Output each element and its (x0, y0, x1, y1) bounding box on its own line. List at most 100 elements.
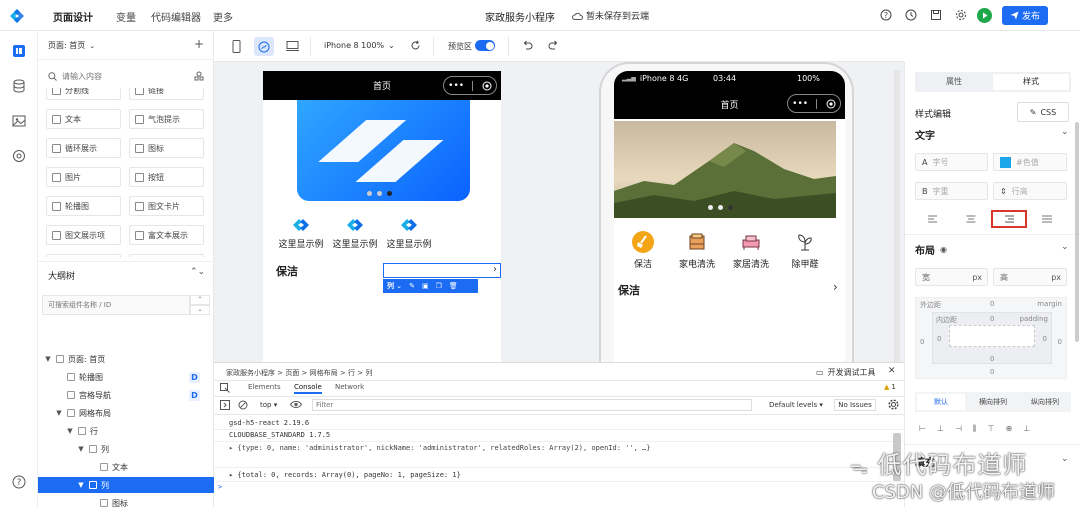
expand-arrow-icon[interactable]: ▼ (55, 409, 63, 417)
section-title[interactable]: 保洁 (618, 282, 640, 298)
height-input[interactable]: 高 px (993, 268, 1067, 286)
section-title[interactable]: 保洁 (276, 263, 298, 279)
undo-icon[interactable] (522, 40, 533, 50)
carousel-dot-active[interactable] (728, 205, 733, 210)
inspect-element-icon[interactable] (220, 383, 230, 393)
flow-default[interactable]: 默认 (917, 394, 965, 410)
carousel-dot[interactable] (367, 191, 372, 196)
padding-top-value[interactable]: 0 (990, 315, 994, 323)
preview-toggle[interactable] (475, 40, 495, 51)
carousel-dot[interactable] (718, 205, 723, 210)
component-item[interactable]: 图文展示项 (46, 225, 121, 245)
refresh-icon[interactable] (410, 40, 421, 51)
save-icon[interactable] (930, 9, 942, 21)
console-filter-input[interactable] (313, 401, 743, 409)
component-item[interactable] (46, 254, 121, 258)
eye-icon[interactable] (290, 400, 302, 409)
align-bottom-edge-icon[interactable]: ⊥ (1023, 424, 1030, 434)
console-prompt[interactable]: > (218, 483, 222, 491)
console-object-line[interactable]: ▸ {type: 0, name: 'administrator', nickN… (229, 444, 650, 452)
align-right-button[interactable] (991, 210, 1027, 228)
canvas-scrollbar[interactable] (894, 70, 900, 362)
margin-top-value[interactable]: 0 (990, 300, 994, 308)
grid-nav-item[interactable]: 这里显示例 (331, 217, 379, 250)
outline-node[interactable]: ▼ 页面: 首页 (38, 351, 214, 367)
expand-arrow-icon[interactable]: ▼ (77, 481, 85, 489)
expand-arrow-icon[interactable]: ▼ (66, 427, 74, 435)
chevron-down-icon[interactable]: ⌄ (1061, 127, 1069, 137)
search-input[interactable] (62, 71, 182, 81)
database-icon[interactable] (11, 78, 27, 94)
copy-style-icon[interactable]: ▣ (422, 282, 429, 290)
css-button[interactable]: ✎ CSS (1017, 102, 1069, 122)
preview-phone-screen[interactable]: ▂▃▅ iPhone 8 4G 03:44 100% 首页 ••• 保洁 家电清洗… (614, 71, 845, 362)
flow-vertical[interactable]: 纵向排列 (1021, 394, 1069, 410)
device-selector[interactable]: iPhone 8 100% ⌄ (324, 41, 395, 50)
padding-bottom-value[interactable]: 0 (990, 355, 994, 363)
help-circle-icon[interactable]: ? (11, 474, 27, 490)
align-left-edge-icon[interactable]: ⊢ (919, 424, 926, 434)
console-object-line[interactable]: ▸ {total: 0, records: Array(0), pageNo: … (229, 471, 461, 479)
capsule-menu[interactable]: ••• (443, 76, 497, 95)
align-vertical-center-icon[interactable]: ⊕ (1006, 424, 1013, 434)
flow-horizontal[interactable]: 横向排列 (969, 394, 1017, 410)
component-item[interactable]: 按钮 (129, 167, 204, 187)
outline-node[interactable]: 图标 (38, 495, 214, 511)
nav-page-design[interactable]: 页面设计 (53, 9, 93, 24)
component-item[interactable]: 气泡提示 (129, 109, 204, 129)
breadcrumb-item[interactable]: 行 (348, 369, 355, 377)
carousel-image[interactable] (297, 100, 470, 201)
align-horizontal-center-icon[interactable]: ⊥ (937, 424, 944, 434)
edit-icon[interactable]: ✎ (409, 282, 415, 290)
outline-node[interactable]: 文本 (38, 459, 214, 475)
outline-node[interactable]: ▼ 网格布局 (38, 405, 214, 421)
service-item-home[interactable]: 家居清洗 (727, 231, 775, 270)
outline-search[interactable] (42, 295, 190, 315)
duplicate-icon[interactable]: ❐ (436, 282, 442, 290)
component-item[interactable]: 图片 (46, 167, 121, 187)
tab-properties[interactable]: 属性 (915, 72, 993, 92)
carousel-dot[interactable] (377, 191, 382, 196)
miniprogram-device-icon[interactable] (254, 37, 274, 56)
editor-phone[interactable]: 首页 ••• 这里显示例 这里显示例 这里显示例 保洁 (263, 71, 501, 362)
chevron-down-icon[interactable]: ⌄ (1061, 454, 1069, 464)
add-page-icon[interactable]: + (194, 37, 204, 51)
selection-label[interactable]: 列 ⌄ (387, 281, 402, 291)
component-item[interactable] (129, 254, 204, 258)
outline-node[interactable]: 宫格导航 D (38, 387, 214, 403)
component-search[interactable] (48, 69, 188, 83)
component-item[interactable]: 轮播图 (46, 196, 121, 216)
collapse-toggle-icon[interactable]: ⌃⌄ (190, 267, 205, 277)
layers-icon[interactable] (11, 43, 27, 59)
component-item[interactable]: 图标 (129, 138, 204, 158)
align-justify-button[interactable] (1029, 210, 1065, 228)
component-item[interactable]: 文本 (46, 109, 121, 129)
component-item[interactable]: 循环展示 (46, 138, 121, 158)
outline-node[interactable]: 轮播图 D (38, 369, 214, 385)
settings-icon[interactable] (955, 9, 967, 21)
margin-bottom-value[interactable]: 0 (990, 368, 994, 376)
console-sidebar-icon[interactable] (220, 400, 230, 410)
color-input[interactable]: #色值 (993, 153, 1067, 171)
grid-nav-item[interactable]: 这里显示例 (385, 217, 433, 250)
devtools-close[interactable]: ▭ 开发调试工具 (816, 367, 876, 378)
padding-right-value[interactable]: 0 (1043, 335, 1047, 343)
margin-left-value[interactable]: 0 (920, 338, 924, 346)
font-weight-input[interactable]: B 字重 (915, 182, 988, 200)
clear-console-icon[interactable] (238, 400, 248, 410)
chevron-down-icon[interactable]: ⌄ (1061, 242, 1069, 252)
breadcrumb-item[interactable]: 网格布局 (310, 369, 338, 377)
desktop-device-icon[interactable] (286, 41, 299, 51)
outline-node[interactable]: ▼ 列 (38, 441, 214, 457)
breadcrumb-item[interactable]: 家政服务小程序 (226, 369, 275, 377)
context-selector[interactable]: top ▾ (260, 401, 277, 409)
plugin-icon[interactable] (11, 148, 27, 164)
stepper-down-icon[interactable]: ⌄ (190, 305, 210, 315)
tab-style[interactable]: 样式 (993, 74, 1069, 90)
page-selector[interactable]: 页面: 首页 ⌄ (48, 40, 95, 51)
font-size-input[interactable]: A 字号 (915, 153, 988, 171)
breadcrumb-item[interactable]: 列 (365, 369, 372, 377)
publish-button[interactable]: 发布 (1002, 6, 1048, 25)
image-assets-icon[interactable] (11, 113, 27, 129)
panel-scrollbar[interactable] (1075, 122, 1079, 342)
